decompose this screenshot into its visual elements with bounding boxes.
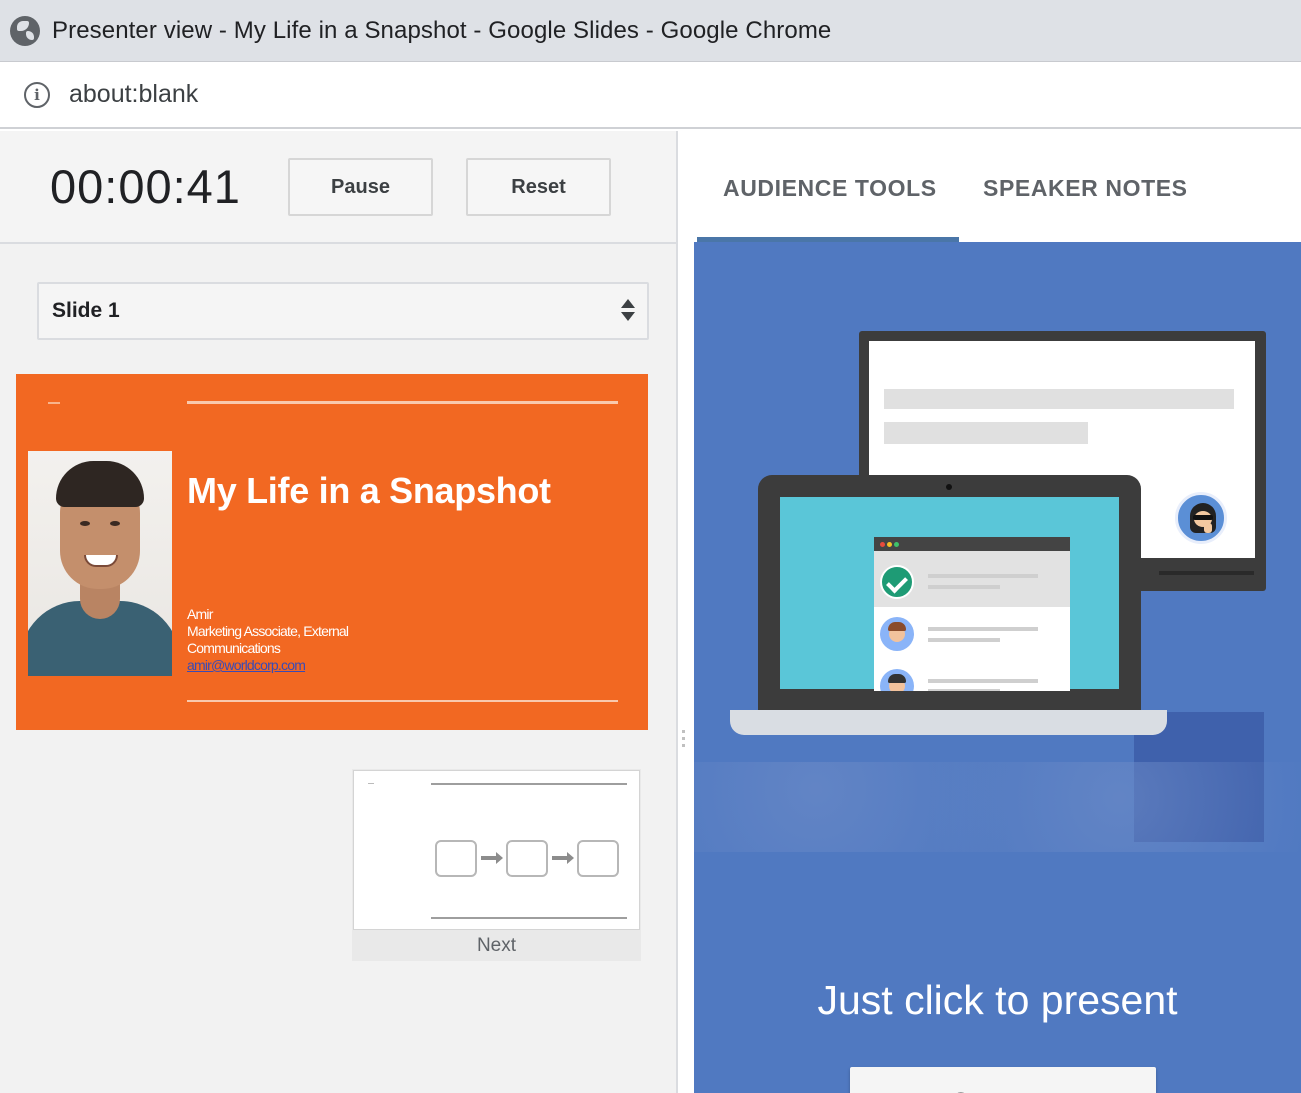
address-bar: i about:blank	[0, 62, 1301, 129]
flow-arrow-icon	[552, 852, 574, 864]
start-new-button[interactable]: Start new	[850, 1067, 1156, 1093]
slide-selector-value: Slide 1	[52, 299, 120, 322]
presenter-role: Marketing Associate, External Communicat…	[187, 623, 349, 656]
presenter-email: amir@worldcorp.com	[187, 657, 306, 673]
pause-button[interactable]: Pause	[288, 158, 433, 216]
slide-presenter-info: Amir Marketing Associate, External Commu…	[187, 606, 402, 674]
pane-resize-handle[interactable]	[682, 730, 686, 752]
chrome-globe-icon	[10, 15, 40, 46]
user-avatar-icon	[880, 669, 914, 691]
info-icon[interactable]: i	[24, 81, 50, 108]
user-avatar-icon	[880, 617, 914, 651]
flow-arrow-icon	[481, 852, 503, 864]
slide-title: My Life in a Snapshot	[187, 470, 551, 511]
next-slide-preview[interactable]: Next	[352, 769, 641, 961]
presenter-name: Amir	[187, 606, 213, 622]
slide-bottom-rule	[187, 700, 618, 702]
tab-audience-tools[interactable]: AUDIENCE TOOLS	[723, 175, 937, 202]
profile-photo	[28, 451, 172, 676]
presenter-tabs: AUDIENCE TOOLS SPEAKER NOTES	[694, 131, 1301, 242]
flow-box	[435, 840, 477, 877]
qa-app-window	[874, 537, 1070, 691]
spy-avatar-icon	[1175, 492, 1227, 544]
timer-bar: 00:00:41 Pause Reset	[0, 131, 676, 244]
audience-tools-panel: Just click to present Start new	[694, 242, 1301, 1093]
speckle-floor-decoration	[694, 762, 1301, 852]
elapsed-timer: 00:00:41	[50, 160, 241, 213]
next-slide-thumbnail	[353, 770, 640, 930]
next-slide-label: Next	[476, 935, 517, 956]
current-slide-preview: My Life in a Snapshot Amir Marketing Ass…	[16, 374, 648, 730]
url-text[interactable]: about:blank	[69, 80, 198, 109]
laptop-illustration	[730, 475, 1167, 735]
reset-button[interactable]: Reset	[466, 158, 611, 216]
presenter-left-pane: 00:00:41 Pause Reset Slide 1 My Life in …	[0, 131, 678, 1093]
present-heading: Just click to present	[817, 977, 1178, 1023]
updown-arrows-icon	[621, 299, 635, 323]
checkmark-icon	[880, 565, 914, 599]
slide-dash-decoration	[48, 402, 60, 404]
window-title-bar: Presenter view - My Life in a Snapshot -…	[0, 0, 1301, 62]
tab-speaker-notes[interactable]: SPEAKER NOTES	[983, 175, 1188, 202]
slide-selector[interactable]: Slide 1	[37, 282, 649, 340]
presenter-right-pane: AUDIENCE TOOLS SPEAKER NOTES Just click …	[694, 131, 1301, 1093]
slide-top-rule	[187, 401, 618, 404]
window-title: Presenter view - My Life in a Snapshot -…	[52, 16, 832, 44]
flow-box	[577, 840, 619, 877]
flow-box	[506, 840, 548, 877]
